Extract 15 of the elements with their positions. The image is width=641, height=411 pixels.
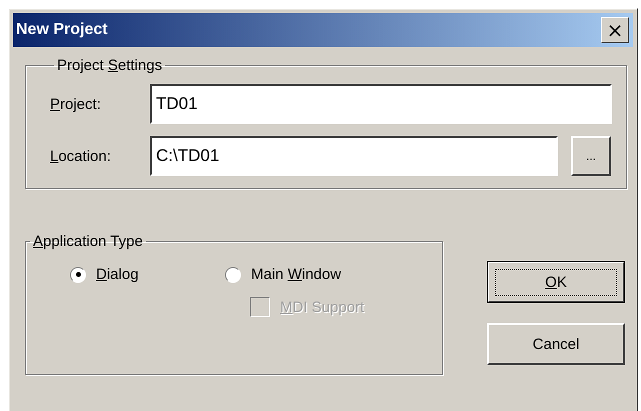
- browse-button[interactable]: ...: [571, 136, 611, 176]
- radio-button[interactable]: [225, 266, 241, 282]
- ok-button[interactable]: OK: [487, 261, 625, 303]
- radio-button[interactable]: [70, 266, 86, 282]
- radio-label: Main Window: [251, 266, 342, 283]
- text-field[interactable]: C:\TD01: [150, 136, 558, 176]
- radio-label: Dialog: [96, 266, 139, 283]
- field-label: Project:: [50, 96, 102, 112]
- group-title: Project Settings: [56, 57, 164, 74]
- text-field[interactable]: TD01: [150, 84, 612, 124]
- group-title: Application Type: [32, 233, 144, 250]
- close-button[interactable]: ×: [601, 17, 629, 43]
- field-label: Location:: [50, 148, 112, 164]
- window-title: New Project: [16, 21, 108, 39]
- cancel-button[interactable]: Cancel: [487, 323, 625, 365]
